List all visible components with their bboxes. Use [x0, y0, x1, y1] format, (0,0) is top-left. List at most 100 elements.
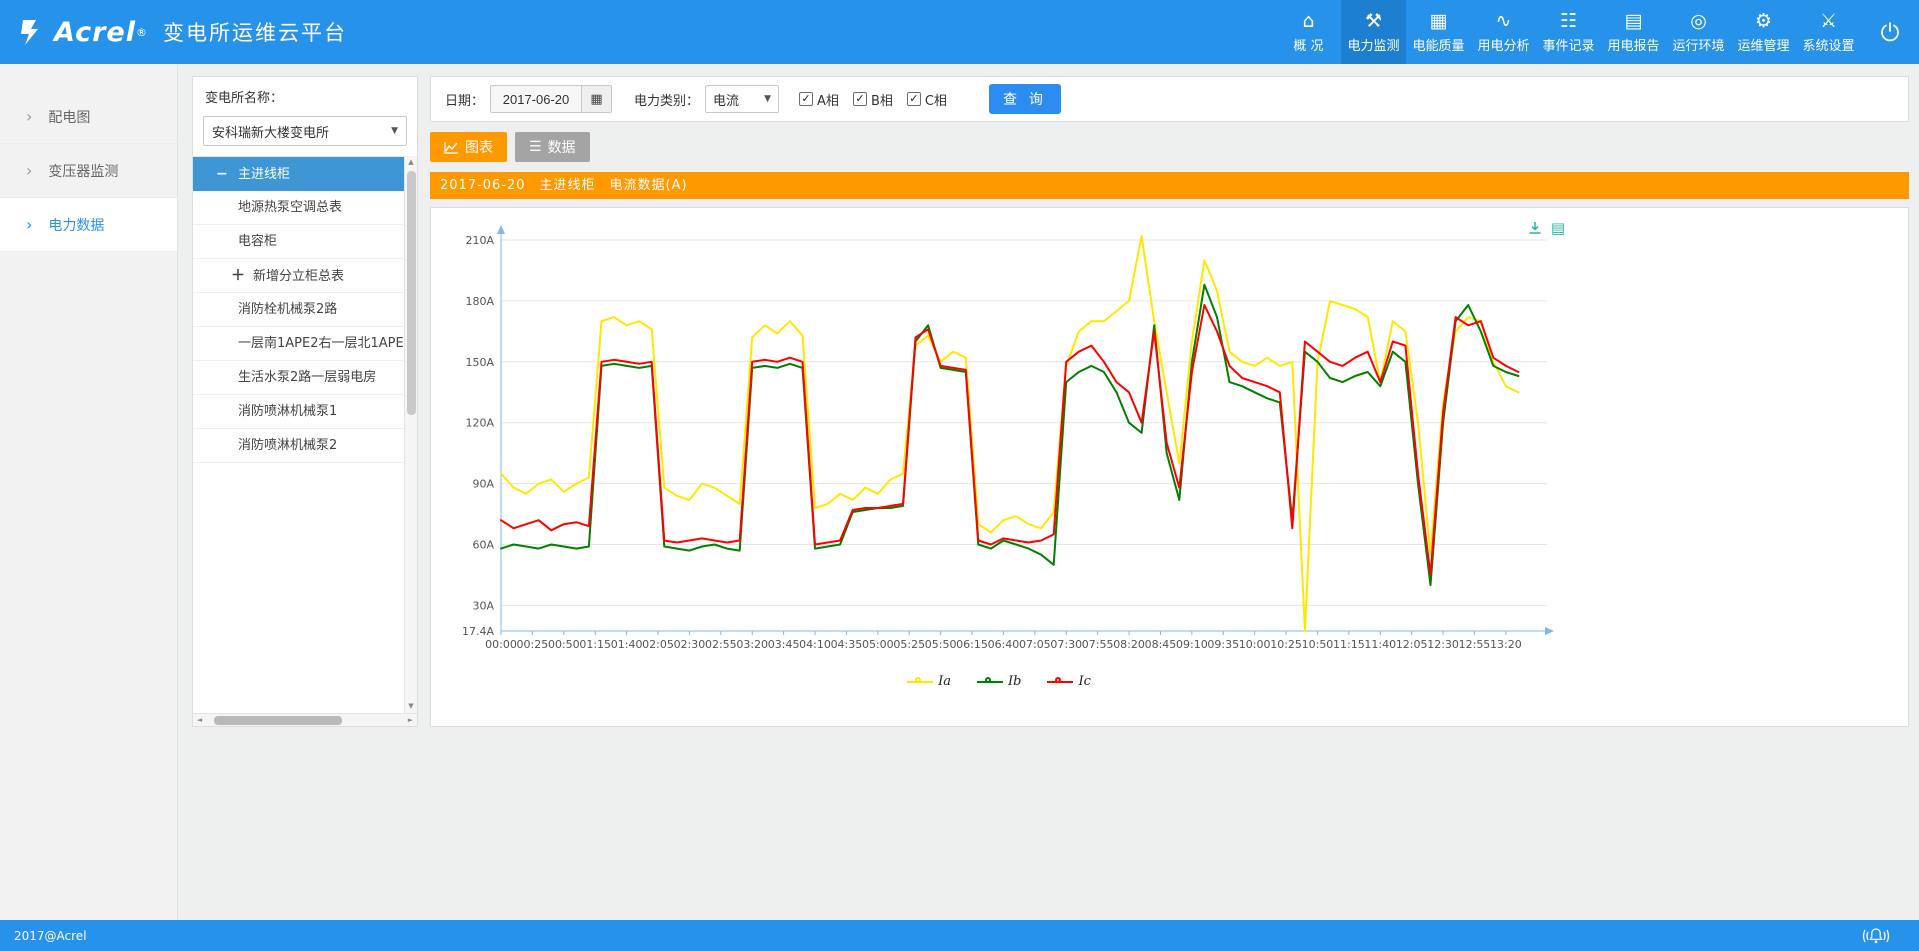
svg-text:03:45: 03:45: [768, 638, 800, 651]
svg-text:10:50: 10:50: [1302, 638, 1334, 651]
nav-item-environment[interactable]: ◎ 运行环境: [1666, 0, 1731, 64]
collapse-minus-icon[interactable]: −: [216, 157, 238, 191]
quality-grid-icon: ▦: [1430, 10, 1448, 34]
tree-item[interactable]: 电容柜: [193, 225, 404, 259]
tree-item[interactable]: 生活水泵2路一层弱电房: [193, 361, 404, 395]
sidebar-item-distribution-diagram[interactable]: › 配电图: [0, 90, 177, 144]
download-icon[interactable]: [1527, 220, 1543, 239]
svg-text:01:40: 01:40: [611, 638, 643, 651]
svg-text:180A: 180A: [465, 295, 494, 308]
svg-text:08:20: 08:20: [1113, 638, 1145, 651]
svg-text:210A: 210A: [465, 234, 494, 247]
svg-text:90A: 90A: [472, 478, 494, 491]
nav-item-power-quality[interactable]: ▦ 电能质量: [1406, 0, 1471, 64]
legend-item-ic[interactable]: Ic: [1047, 674, 1090, 689]
scroll-up-arrow[interactable]: ▲: [405, 156, 417, 169]
sidebar-item-power-data[interactable]: › 电力数据: [0, 198, 177, 252]
vertical-scroll-thumb[interactable]: [407, 171, 416, 415]
legend-marker-ia: [907, 677, 933, 687]
tree-vertical-scrollbar[interactable]: ▲ ▼: [404, 156, 417, 713]
phase-a-checkbox[interactable]: ✓ A相: [799, 90, 839, 109]
svg-text:10:25: 10:25: [1270, 638, 1302, 651]
svg-text:02:55: 02:55: [705, 638, 737, 651]
chart-card: ▤ 17.4A30A60A90A120A150A180A210A00:0000:…: [430, 207, 1909, 727]
footer-bar: 2017@Acrel: [0, 920, 1919, 951]
svg-text:04:35: 04:35: [831, 638, 863, 651]
legend-marker-ic: [1047, 677, 1073, 687]
alarm-bell-button[interactable]: [1861, 926, 1919, 946]
chart-toolbar: ▤: [1527, 220, 1565, 239]
current-line-chart: 17.4A30A60A90A120A150A180A210A00:0000:25…: [439, 216, 1559, 664]
acrel-logo: Acrel®: [0, 17, 147, 48]
svg-text:04:10: 04:10: [799, 638, 831, 651]
scroll-left-arrow[interactable]: ◄: [193, 716, 206, 724]
nav-item-ops-management[interactable]: ⚙ 运维管理: [1731, 0, 1796, 64]
chevron-right-icon: ›: [26, 161, 32, 180]
svg-text:01:15: 01:15: [579, 638, 611, 651]
svg-text:150A: 150A: [465, 356, 494, 369]
legend-item-ia[interactable]: Ia: [907, 674, 951, 689]
date-label: 日期：: [445, 90, 484, 109]
checkbox-checked-icon: ✓: [799, 92, 813, 106]
tree-item[interactable]: 地源热泵空调总表: [193, 191, 404, 225]
page-title: 变电所运维云平台: [163, 17, 347, 47]
checkbox-checked-icon: ✓: [853, 92, 867, 106]
power-type-select[interactable]: 电流 ▼: [705, 85, 779, 113]
date-input[interactable]: [490, 85, 582, 113]
svg-text:06:40: 06:40: [988, 638, 1020, 651]
tree-item[interactable]: 消防栓机械泵2路: [193, 293, 404, 327]
left-sidebar: › 配电图 › 变压器监测 › 电力数据: [0, 64, 178, 920]
svg-text:05:00: 05:00: [862, 638, 894, 651]
checkbox-checked-icon: ✓: [907, 92, 921, 106]
svg-text:11:40: 11:40: [1364, 638, 1396, 651]
tree-horizontal-scrollbar[interactable]: ◄ ►: [193, 713, 417, 726]
scroll-right-arrow[interactable]: ►: [404, 716, 417, 724]
svg-text:17.4A: 17.4A: [462, 625, 494, 638]
search-button[interactable]: 查 询: [989, 84, 1061, 114]
svg-text:07:55: 07:55: [1082, 638, 1114, 651]
caret-down-icon: ▼: [391, 126, 398, 136]
tree-item-expandable[interactable]: ＋新增分立柜总表: [193, 259, 404, 293]
expand-plus-icon[interactable]: ＋: [231, 259, 253, 293]
svg-text:12:30: 12:30: [1427, 638, 1459, 651]
page-body: › 配电图 › 变压器监测 › 电力数据 变电所名称： 安科瑞新大楼变电所 ▼ …: [0, 64, 1919, 920]
sidebar-item-transformer-monitoring[interactable]: › 变压器监测: [0, 144, 177, 198]
tab-data[interactable]: ☰ 数据: [515, 132, 590, 162]
svg-text:05:50: 05:50: [925, 638, 957, 651]
tab-chart[interactable]: 图表: [430, 132, 507, 162]
tree-item[interactable]: 一层南1APE2右一层北1APE1左: [193, 327, 404, 361]
export-data-icon[interactable]: ▤: [1551, 220, 1565, 239]
svg-text:08:45: 08:45: [1145, 638, 1177, 651]
copyright-text: 2017@Acrel: [0, 929, 87, 943]
view-tabs: 图表 ☰ 数据: [430, 132, 1909, 162]
nav-item-overview[interactable]: ⌂ 概 况: [1276, 0, 1341, 64]
query-filter-bar: 日期： ▦ 电力类别： 电流 ▼ ✓ A相 ✓ B相 ✓ C相 查 询: [430, 76, 1909, 122]
calendar-icon[interactable]: ▦: [582, 85, 612, 113]
alarm-bell-icon: [1861, 926, 1891, 946]
svg-text:07:05: 07:05: [1019, 638, 1051, 651]
scroll-down-arrow[interactable]: ▼: [405, 700, 417, 713]
gear-icon: ⚙: [1755, 10, 1772, 34]
svg-text:60A: 60A: [472, 539, 494, 552]
tree-item-main-incoming-cabinet[interactable]: −主进线柜: [193, 157, 404, 191]
nav-item-power-monitoring[interactable]: ⚒ 电力监测: [1341, 0, 1406, 64]
svg-text:05:25: 05:25: [893, 638, 925, 651]
svg-text:07:30: 07:30: [1050, 638, 1082, 651]
nav-item-usage-report[interactable]: ▤ 用电报告: [1601, 0, 1666, 64]
nav-item-event-records[interactable]: ☷ 事件记录: [1536, 0, 1601, 64]
top-header: Acrel® 变电所运维云平台 ⌂ 概 况 ⚒ 电力监测 ▦ 电能质量 ∿ 用电…: [0, 0, 1919, 64]
svg-text:30A: 30A: [472, 599, 494, 612]
station-select[interactable]: 安科瑞新大楼变电所 ▼: [203, 116, 407, 146]
tree-item[interactable]: 消防喷淋机械泵1: [193, 395, 404, 429]
nav-item-system-settings[interactable]: ⚔ 系统设置: [1796, 0, 1861, 64]
phase-c-checkbox[interactable]: ✓ C相: [907, 90, 947, 109]
horizontal-scroll-thumb[interactable]: [214, 716, 342, 725]
legend-item-ib[interactable]: Ib: [977, 674, 1021, 689]
tree-item[interactable]: 消防喷淋机械泵2: [193, 429, 404, 463]
logout-power-button[interactable]: [1861, 0, 1919, 64]
nav-item-usage-analysis[interactable]: ∿ 用电分析: [1471, 0, 1536, 64]
svg-text:02:05: 02:05: [642, 638, 674, 651]
phase-b-checkbox[interactable]: ✓ B相: [853, 90, 893, 109]
svg-text:09:10: 09:10: [1176, 638, 1208, 651]
svg-text:12:05: 12:05: [1396, 638, 1428, 651]
